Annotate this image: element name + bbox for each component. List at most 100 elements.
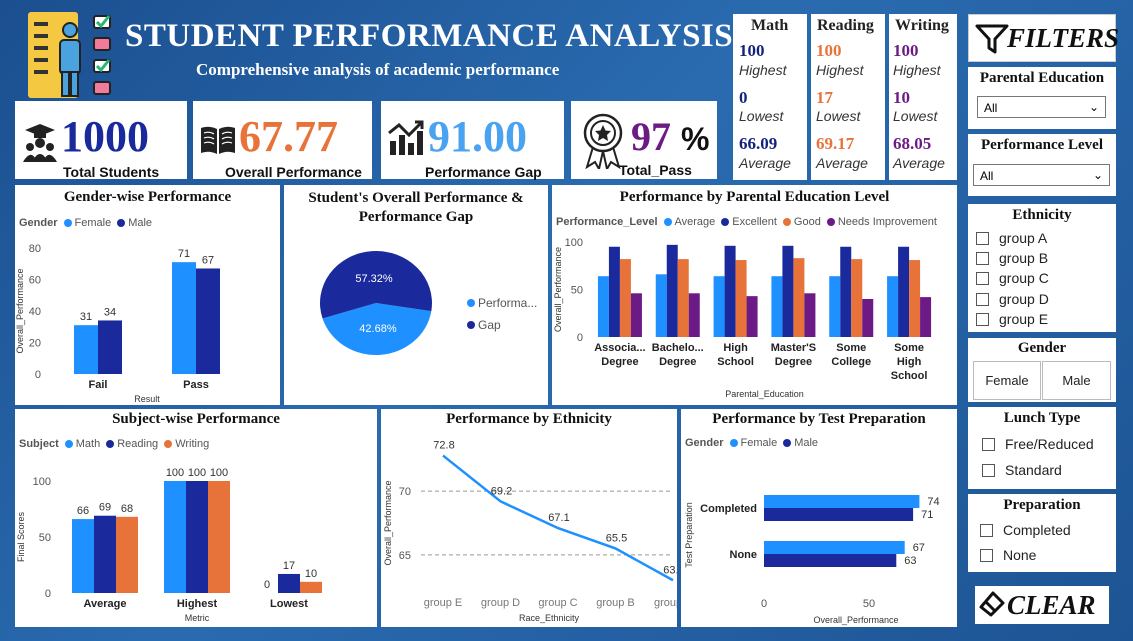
checkbox[interactable] (976, 252, 989, 265)
kpi-total-pass: 97 % Total_Pass (571, 101, 717, 179)
y-tick-label: 50 (571, 285, 583, 297)
chart-title: Performance by Parental Education Level (619, 189, 890, 205)
bar (186, 481, 208, 593)
header-logo (26, 10, 118, 102)
checkbox[interactable] (976, 293, 989, 306)
bar (764, 554, 897, 567)
data-label: 34 (104, 306, 116, 318)
x-tick-label: High (723, 342, 748, 354)
x-tick-label: 50 (863, 598, 875, 610)
performance-level-dropdown[interactable]: All ⌄ (973, 164, 1110, 186)
x-tick-label: Associa... (594, 342, 645, 354)
checkbox[interactable] (982, 438, 995, 451)
x-tick-label: Highest (177, 598, 218, 610)
lunch-option[interactable]: Free/Reduced (982, 436, 1094, 452)
parental-education-dropdown[interactable]: All ⌄ (977, 96, 1106, 118)
subject-highest-value: 100 (893, 41, 919, 60)
subject-average-value: 66.09 (739, 134, 778, 153)
chart-title: Student's Overall Performance & Performa… (308, 190, 524, 225)
checkbox[interactable] (976, 272, 989, 285)
chart-subject: Subject-wise Performance Subject Math Read… (15, 409, 377, 627)
clear-button[interactable]: CLEAR (975, 586, 1109, 624)
chart-testprep: Performance by Test Preparation Gender Fe… (681, 409, 957, 627)
bar (688, 293, 700, 337)
data-label: 68 (121, 503, 133, 515)
x-tick-label: Degree (659, 356, 696, 368)
ethnicity-option[interactable]: group D (976, 291, 1049, 307)
subject-highest-label: Highest (816, 62, 864, 78)
subject-card-reading: Reading 100 Highest 17 Lowest 69.17 Aver… (811, 14, 885, 180)
preparation-option[interactable]: Completed (980, 522, 1071, 538)
gender-male-button[interactable]: Male (1042, 361, 1111, 400)
page-subtitle: Comprehensive analysis of academic perfo… (196, 60, 560, 79)
bar (172, 262, 196, 374)
data-label: 100 (166, 467, 184, 479)
lunch-option[interactable]: Standard (982, 462, 1062, 478)
total-pass-value: 97 (631, 114, 671, 159)
page-title: STUDENT PERFORMANCE ANALYSIS (125, 18, 734, 54)
filter-label: Performance Level (980, 137, 1104, 153)
checkbox[interactable] (976, 232, 989, 245)
bar (619, 259, 631, 337)
gender-bar-chart: 0 20 40 60 80 Overall_Performance Result 31 34 Fa… (15, 243, 220, 404)
subject-highest-value: 100 (739, 41, 765, 60)
y-axis-label: Overall_Performance (553, 247, 563, 332)
chart-ethnicity: Performance by Ethnicity 65 70 Overall_Per… (381, 409, 677, 627)
slice-label: 42.68% (359, 323, 397, 335)
bar (608, 246, 620, 337)
bar (920, 297, 932, 337)
bar (771, 276, 783, 337)
kpi-overall-performance: 67.77 Overall Performance (193, 101, 372, 180)
bar (724, 245, 736, 337)
ethnicity-option[interactable]: group C (976, 270, 1049, 286)
data-label: 66 (77, 505, 89, 517)
checkbox[interactable] (982, 464, 995, 477)
bar (764, 495, 920, 508)
total-pass-label: Total_Pass (619, 162, 692, 178)
filter-label: Gender (1017, 340, 1067, 356)
filter-parental-education: Parental Education All ⌄ (968, 67, 1116, 129)
kpi-total-students: 1000 Total Students (15, 101, 187, 180)
chart-legend: Gender Female Male (19, 217, 153, 229)
preparation-option[interactable]: None (980, 547, 1036, 563)
overall-pie-chart: 42.68% Performa... 57.32% Gap (320, 251, 537, 355)
legend-marker (467, 321, 475, 329)
funnel-icon (975, 24, 1009, 54)
data-label: 74 (927, 496, 939, 508)
bar (196, 268, 220, 374)
x-tick-label: 0 (761, 598, 767, 610)
bar (655, 274, 667, 337)
open-book-icon (201, 126, 235, 154)
testprep-bar-chart: 7471 Completed 6763 None 0 50 Overall_Performa… (684, 495, 940, 625)
subject-highest-value: 100 (816, 41, 842, 60)
graduates-icon (23, 124, 57, 162)
data-label: 17 (283, 560, 295, 572)
ethnicity-option[interactable]: group B (976, 250, 1048, 266)
y-tick-label: None (730, 549, 758, 561)
bar (898, 246, 910, 337)
subject-lowest-label: Lowest (893, 108, 938, 124)
gender-female-button[interactable]: Female (973, 361, 1041, 400)
x-tick-label: group D (481, 597, 520, 609)
checkbox[interactable] (980, 524, 993, 537)
y-axis-label: Overall_Performance (383, 480, 393, 565)
total-students-label: Total Students (63, 164, 160, 180)
ethnicity-option[interactable]: group E (976, 311, 1048, 327)
subject-lowest-label: Lowest (816, 108, 861, 124)
subject-lowest-value: 0 (739, 88, 748, 107)
ethnicity-option[interactable]: group A (976, 230, 1047, 246)
bar (840, 246, 852, 337)
data-label: 100 (188, 467, 206, 479)
x-tick-label: group A (654, 597, 677, 609)
x-axis-label: Overall_Performance (813, 615, 898, 625)
chevron-down-icon: ⌄ (1088, 100, 1099, 114)
checkbox[interactable] (980, 549, 993, 562)
data-label: 71 (178, 248, 190, 260)
chart-legend: Performance_Level Average Excellent Good Nee… (556, 216, 937, 228)
bar (746, 296, 758, 337)
x-axis-label: Parental_Education (725, 389, 804, 399)
x-tick-label: Fail (89, 379, 108, 391)
checklist-person-icon (28, 12, 111, 98)
checkbox[interactable] (976, 313, 989, 326)
filters-title: FILTERS (1007, 23, 1120, 53)
